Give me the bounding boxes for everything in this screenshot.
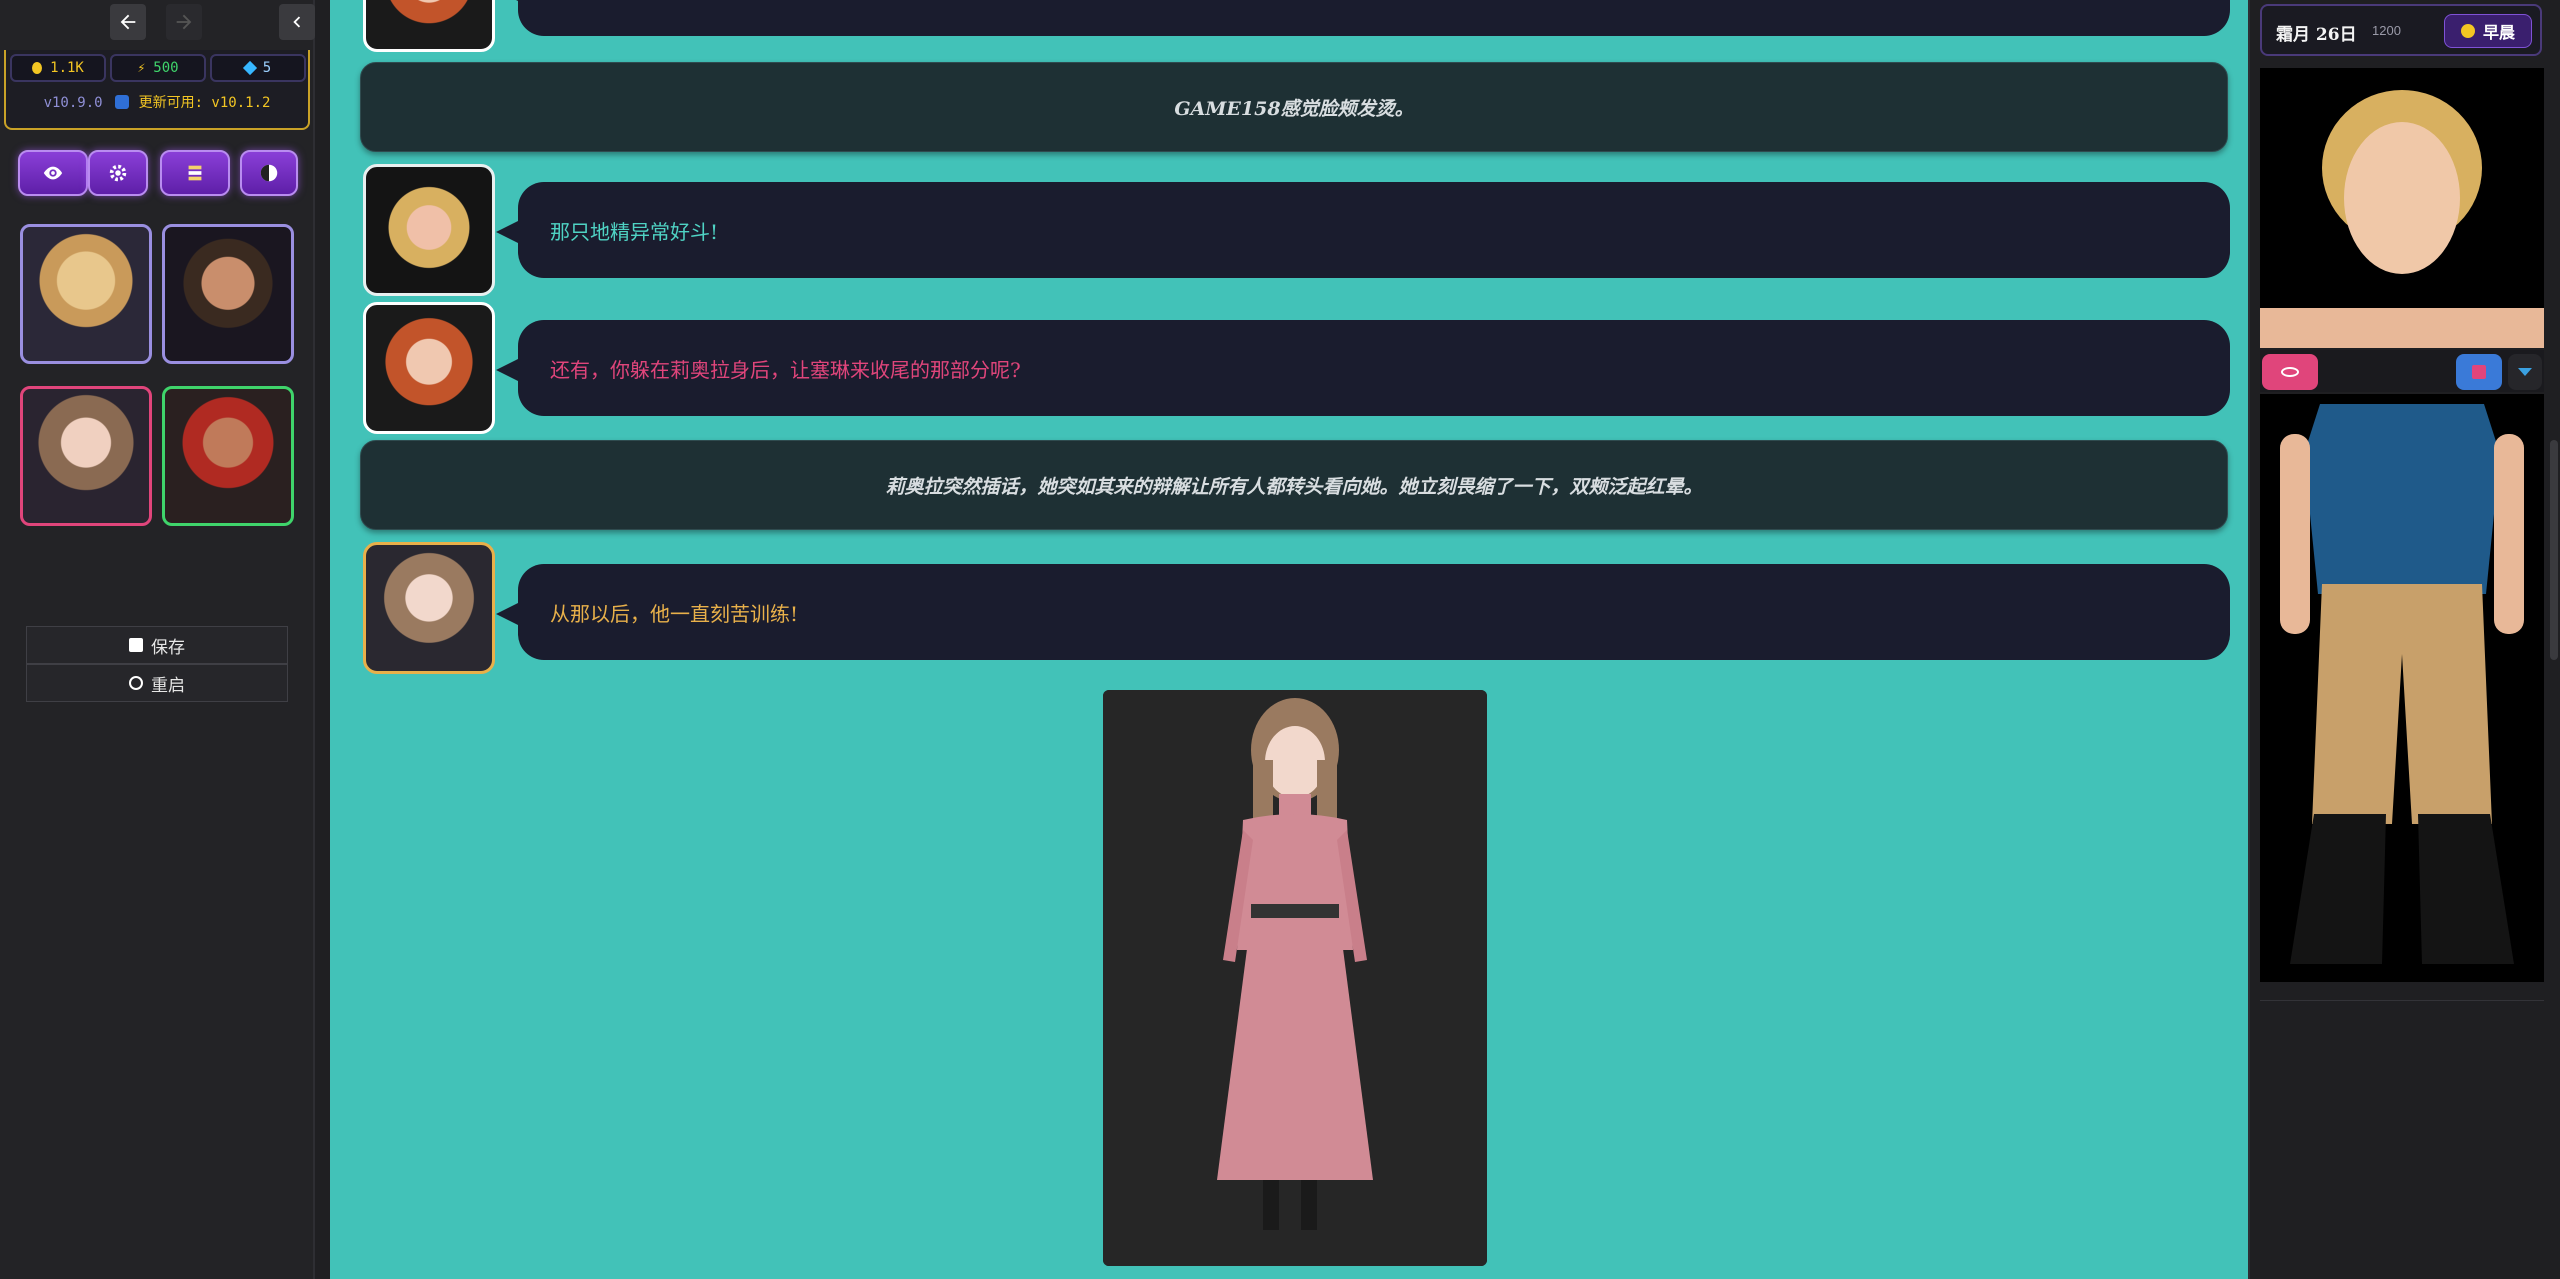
sun-icon bbox=[2460, 24, 2475, 38]
calendar-date: 霜月 26日 bbox=[2276, 25, 2357, 45]
time-of-day-label: 早晨 bbox=[2482, 23, 2515, 42]
chat-bubble: 从那以后，他一直刻苦训练! bbox=[496, 564, 2230, 660]
gold-value: 1.1K bbox=[50, 60, 84, 76]
character-figure-image bbox=[1103, 690, 1487, 1266]
character-panel: 霜月 26日 1200 早晨 bbox=[2248, 0, 2560, 1279]
version-info: v10.9.0 更新可用: v10.1.2 bbox=[6, 92, 308, 112]
toggle-view-button[interactable] bbox=[2262, 354, 2318, 390]
chat-bubble-partial bbox=[496, 0, 2230, 36]
party-portrait-red-hair-woman[interactable] bbox=[162, 386, 294, 526]
chat-bubble: 那只地精异常好斗! bbox=[496, 182, 2230, 278]
settings-button[interactable] bbox=[88, 150, 148, 196]
message-avatar-blonde-man bbox=[363, 164, 495, 296]
floppy-icon bbox=[129, 638, 143, 652]
scene-image bbox=[1103, 690, 1487, 1266]
outfit-button[interactable] bbox=[2456, 354, 2502, 390]
arrow-right-icon bbox=[176, 14, 192, 30]
narration-box: GAME158感觉脸颊发烫。 bbox=[360, 62, 2228, 152]
party-portrait-brown-hair-woman[interactable] bbox=[20, 386, 152, 526]
message-text: 那只地精异常好斗! bbox=[550, 219, 719, 244]
journal-button[interactable] bbox=[160, 150, 230, 196]
version-current: v10.9.0 bbox=[43, 95, 103, 111]
book-stack-icon bbox=[188, 165, 202, 181]
panel-scrollbar[interactable] bbox=[2550, 440, 2558, 660]
panel-divider bbox=[2260, 1000, 2544, 1001]
expand-dropdown-button[interactable] bbox=[2508, 354, 2542, 390]
save-label: 保存 bbox=[151, 637, 185, 658]
player-face-image bbox=[2260, 68, 2544, 348]
narration-box: 莉奥拉突然插话，她突如其来的辩解让所有人都转头看向她。她立刻畏缩了一下，双颊泛起… bbox=[360, 440, 2228, 530]
gems-value: 5 bbox=[262, 60, 272, 76]
coin-icon bbox=[32, 62, 43, 74]
message-text: 从那以后，他一直刻苦训练! bbox=[550, 601, 799, 626]
clock-time: 1200 bbox=[2372, 23, 2401, 38]
date-time-bar: 霜月 26日 1200 早晨 bbox=[2260, 4, 2542, 56]
game-window: 1.1K ⚡ 500 5 v10.9.0 更新可用: v10.1.2 保存 重启… bbox=[0, 0, 2560, 1279]
back-button[interactable] bbox=[110, 4, 146, 40]
gear-icon bbox=[109, 164, 127, 182]
shirt-icon bbox=[2472, 365, 2486, 379]
left-sidebar: 1.1K ⚡ 500 5 v10.9.0 更新可用: v10.1.2 保存 重启 bbox=[0, 0, 315, 1279]
energy-value: 500 bbox=[153, 60, 179, 76]
chevron-left-icon bbox=[293, 16, 301, 28]
update-available-link[interactable]: 更新可用: v10.1.2 bbox=[139, 95, 271, 111]
arrow-left-icon bbox=[120, 14, 136, 30]
chat-area: GAME158感觉脸颊发烫。 那只地精异常好斗! 还有，你躲在莉奥拉身后，让塞琳… bbox=[330, 0, 2248, 1279]
party-portrait-dark-hair-man[interactable] bbox=[162, 224, 294, 364]
power-icon bbox=[129, 676, 143, 690]
update-icon bbox=[114, 95, 129, 109]
portrait-controls bbox=[2260, 350, 2544, 392]
narration-text: 莉奥拉突然插话，她突如其来的辩解让所有人都转头看向她。她立刻畏缩了一下，双颊泛起… bbox=[885, 475, 1703, 498]
gold-stat: 1.1K bbox=[10, 54, 106, 82]
lightning-icon: ⚡ bbox=[137, 60, 146, 76]
message-avatar-brown-hair bbox=[363, 542, 495, 674]
chat-bubble: 还有，你躲在莉奥拉身后，让塞琳来收尾的那部分呢? bbox=[496, 320, 2230, 416]
contrast-icon bbox=[260, 164, 278, 182]
collapse-sidebar-button[interactable] bbox=[279, 4, 315, 40]
message-avatar-red-hair bbox=[363, 0, 495, 52]
eye-icon bbox=[2281, 367, 2299, 377]
view-button[interactable] bbox=[18, 150, 88, 196]
time-of-day-button[interactable]: 早晨 bbox=[2444, 14, 2532, 48]
player-fullbody-image bbox=[2260, 394, 2544, 982]
narration-text: GAME158感觉脸颊发烫。 bbox=[1174, 97, 1414, 120]
energy-stat: ⚡ 500 bbox=[110, 54, 206, 82]
party-portrait-blonde-woman[interactable] bbox=[20, 224, 152, 364]
message-text: 还有，你躲在莉奥拉身后，让塞琳来收尾的那部分呢? bbox=[550, 357, 1021, 382]
forward-button[interactable] bbox=[166, 4, 202, 40]
player-portrait-image bbox=[2260, 68, 2544, 348]
resource-panel: 1.1K ⚡ 500 5 v10.9.0 更新可用: v10.1.2 bbox=[4, 50, 310, 130]
eye-icon bbox=[43, 166, 63, 180]
restart-label: 重启 bbox=[151, 675, 185, 696]
theme-button[interactable] bbox=[240, 150, 298, 196]
player-body-image bbox=[2260, 394, 2544, 982]
gem-icon bbox=[242, 60, 257, 76]
save-button[interactable]: 保存 bbox=[26, 626, 288, 664]
chevron-down-icon bbox=[2518, 368, 2532, 376]
message-avatar-red-hair bbox=[363, 302, 495, 434]
gems-stat: 5 bbox=[210, 54, 306, 82]
restart-button[interactable]: 重启 bbox=[26, 664, 288, 702]
